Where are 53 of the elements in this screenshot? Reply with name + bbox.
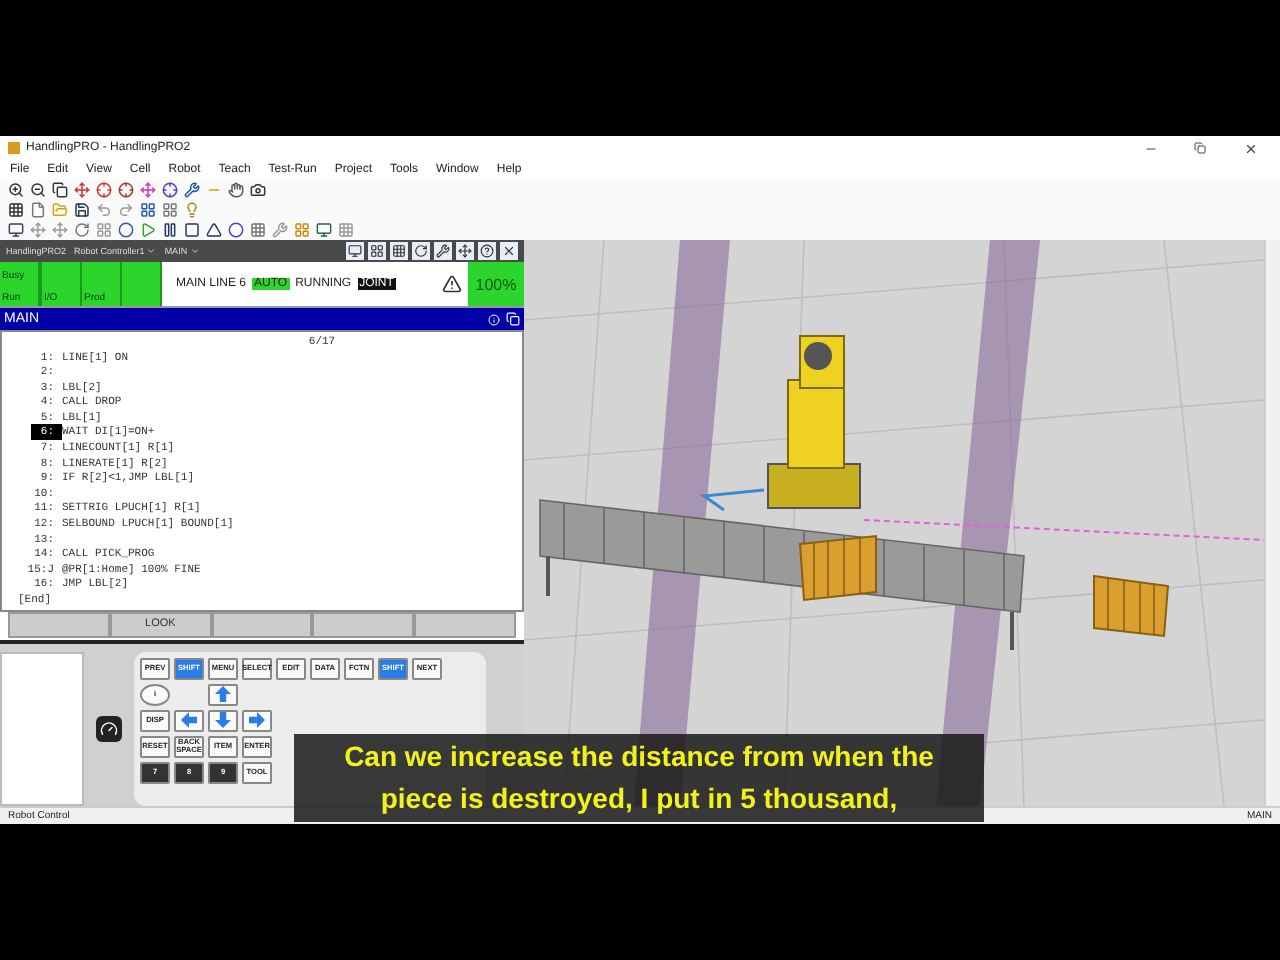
move-icon[interactable] (456, 242, 474, 260)
camera-icon[interactable] (250, 182, 266, 198)
file-icon[interactable] (30, 202, 46, 218)
undo-icon[interactable] (96, 202, 112, 218)
pause-icon[interactable] (162, 222, 178, 238)
rotate-icon[interactable] (412, 242, 430, 260)
stop-icon[interactable] (184, 222, 200, 238)
restore-icon[interactable] (1194, 142, 1206, 154)
monitor-icon[interactable] (8, 222, 24, 238)
lightbulb-icon[interactable] (184, 202, 200, 218)
crosshair-icon[interactable] (96, 182, 112, 198)
speed-override: 100% (468, 262, 524, 306)
warning-icon (442, 274, 462, 294)
zoom-in-icon[interactable] (8, 182, 24, 198)
panel-icon[interactable] (346, 242, 364, 260)
caret-icon (189, 246, 200, 256)
rotate-icon[interactable] (74, 222, 90, 238)
move-icon[interactable] (74, 182, 90, 198)
circle-icon[interactable] (118, 222, 134, 238)
grid-icon[interactable] (390, 242, 408, 260)
eject-icon[interactable] (206, 222, 222, 238)
arrow-key[interactable] (174, 709, 204, 731)
crosshair-icon[interactable] (162, 182, 178, 198)
pallet (1093, 574, 1170, 638)
arrow-key[interactable] (208, 683, 238, 705)
panel-icon[interactable] (368, 242, 386, 260)
record-icon[interactable] (228, 222, 244, 238)
copy-icon[interactable] (52, 182, 68, 198)
close-icon[interactable] (500, 242, 518, 260)
help-icon[interactable] (478, 242, 496, 260)
info-icon (488, 313, 500, 325)
wrench-icon[interactable] (184, 182, 200, 198)
subtitle-caption: Can we increase the distance from when the piece is destroyed, I put in 5 thousand, (294, 734, 984, 822)
indicator-cell (122, 262, 162, 306)
layout-icon[interactable] (140, 202, 156, 218)
caret-icon (146, 246, 157, 256)
windows-icon (506, 312, 520, 326)
wrench-icon[interactable] (434, 242, 452, 260)
grid-icon[interactable] (8, 202, 24, 218)
layout-icon[interactable] (294, 222, 310, 238)
pallet (798, 534, 877, 602)
save-icon[interactable] (74, 202, 90, 218)
monitor-icon[interactable] (316, 222, 332, 238)
zoom-out-icon[interactable] (30, 182, 46, 198)
hand-icon[interactable] (228, 182, 244, 198)
close-icon[interactable] (1243, 141, 1257, 155)
arrow-key[interactable] (242, 709, 272, 731)
app-icon (8, 142, 20, 154)
arrow-key[interactable] (208, 709, 238, 731)
play-icon[interactable] (140, 222, 156, 238)
crosshair-icon[interactable] (118, 182, 134, 198)
gauge-icon[interactable] (96, 715, 122, 742)
layout-icon[interactable] (162, 202, 178, 218)
